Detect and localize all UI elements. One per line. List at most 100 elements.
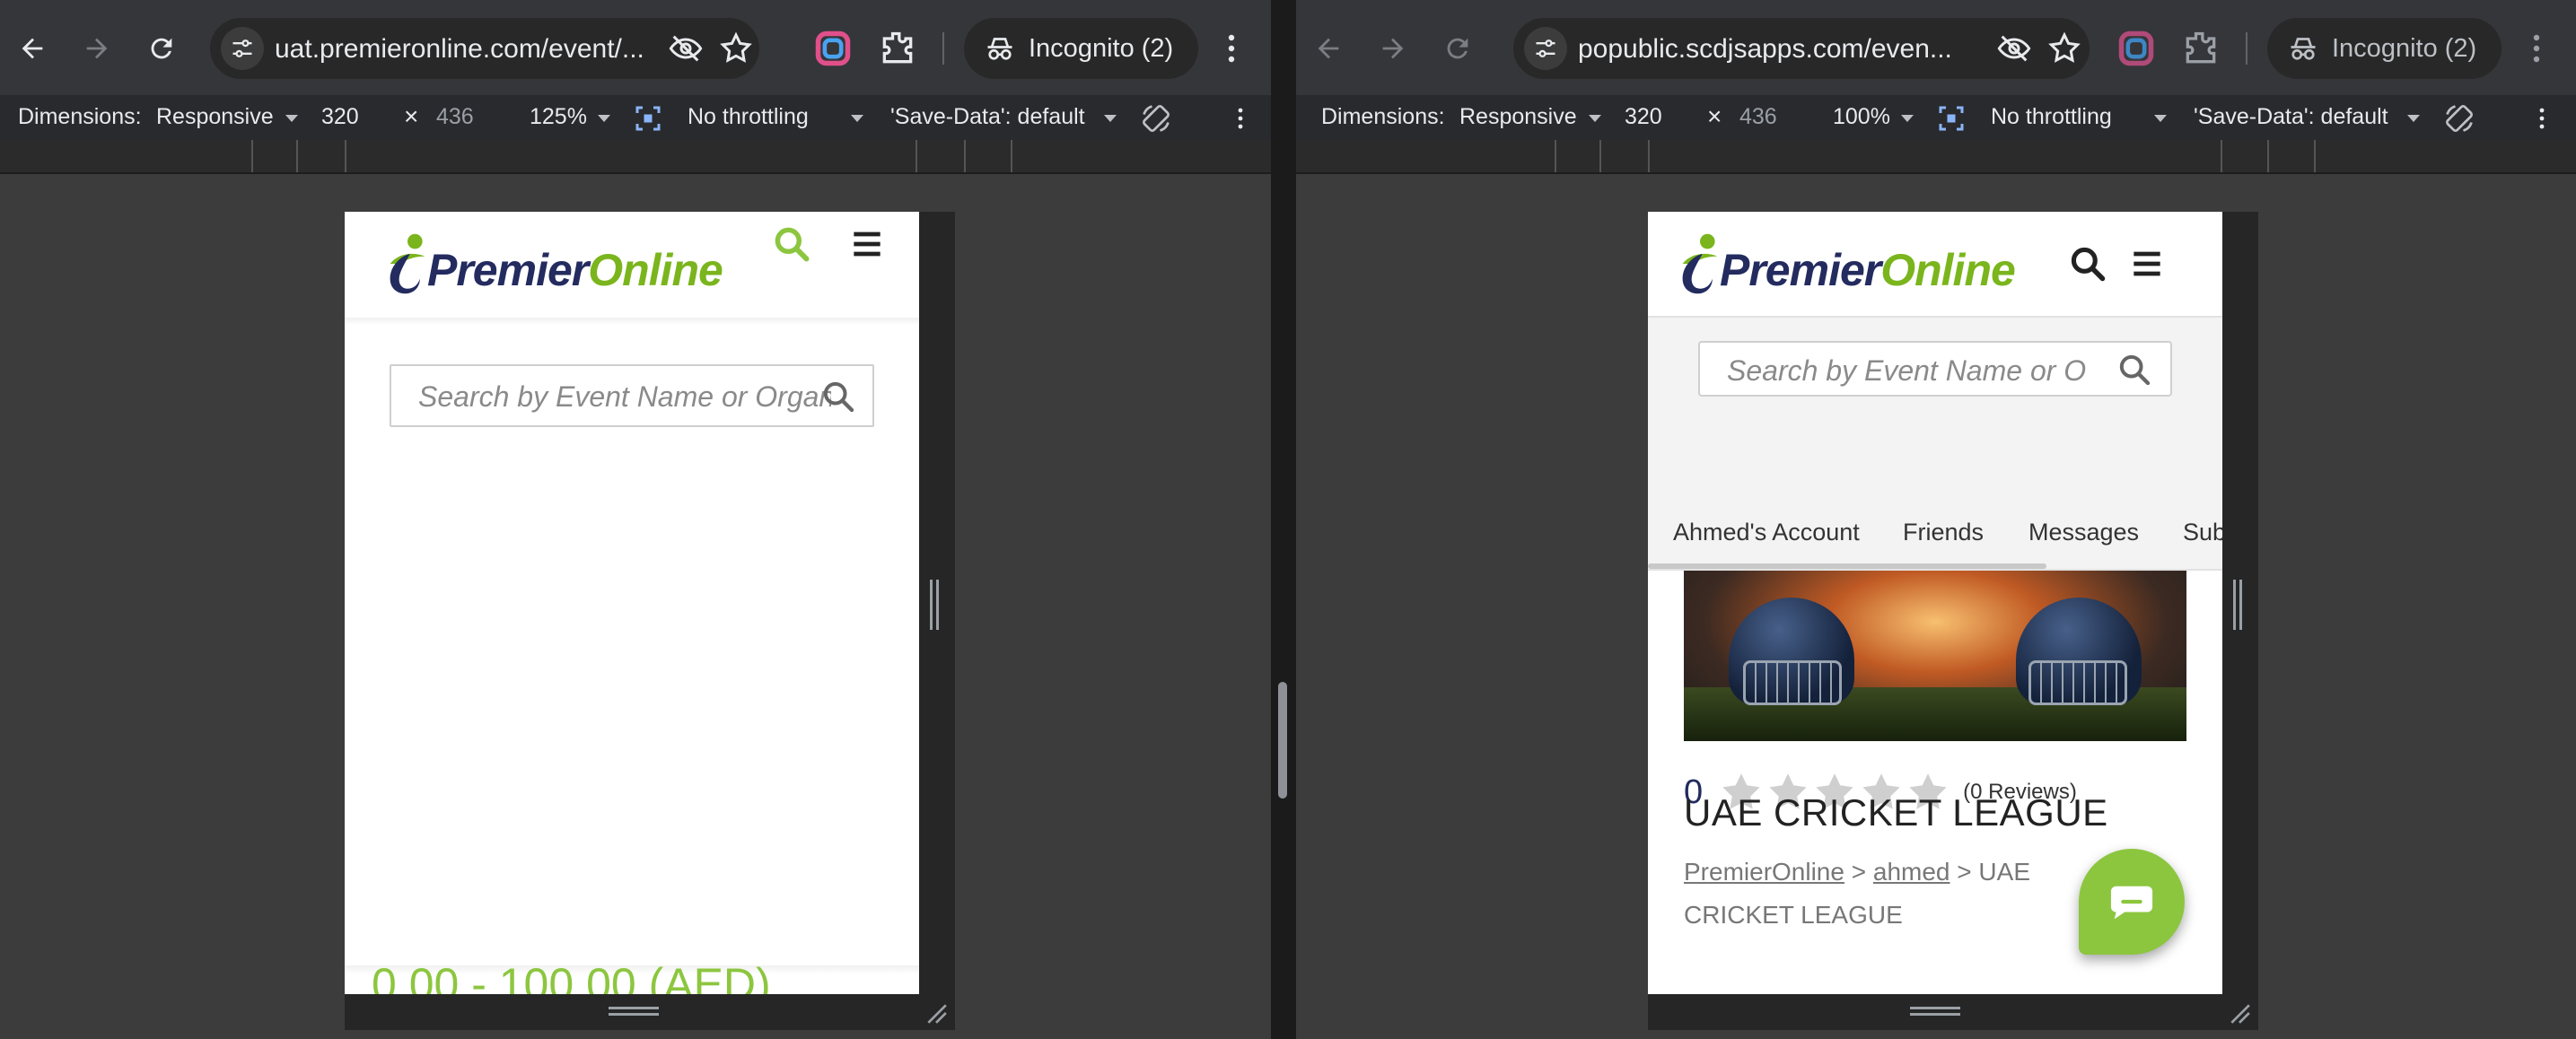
throttling-select[interactable]: No throttling bbox=[688, 104, 809, 130]
device-toolbar-menu-button[interactable] bbox=[2526, 102, 2558, 135]
bookmark-star-button[interactable] bbox=[2046, 31, 2082, 66]
viewport-resize-gutter-right[interactable] bbox=[919, 212, 955, 994]
extension-color-button[interactable] bbox=[2116, 29, 2156, 68]
device-toolbar: Dimensions: Responsive 320 × 436 125% No… bbox=[0, 95, 1271, 140]
save-data-select[interactable]: 'Save-Data': default bbox=[890, 104, 1085, 130]
zoom-select[interactable]: 100% bbox=[1833, 104, 1890, 130]
tracking-protection-button[interactable] bbox=[668, 31, 704, 66]
helmet-grill-right bbox=[2028, 660, 2127, 705]
tracking-protection-button[interactable] bbox=[1996, 31, 2032, 66]
viewport-height-input[interactable]: 436 bbox=[436, 104, 474, 130]
tab-friends[interactable]: Friends bbox=[1903, 519, 1984, 546]
viewport-width-input[interactable]: 320 bbox=[1625, 104, 1662, 130]
price-range: 0.00 - 100.00 (AED) bbox=[372, 959, 771, 994]
device-frame-toggle[interactable] bbox=[632, 102, 664, 135]
reload-button[interactable] bbox=[138, 25, 185, 72]
browser-toolbar: uat.premieronline.com/event/... Incognit… bbox=[0, 0, 1271, 95]
viewport-height-input[interactable]: 436 bbox=[1739, 104, 1777, 130]
resize-grip-handle[interactable] bbox=[930, 580, 939, 630]
device-preset-select[interactable]: Responsive bbox=[1459, 104, 1577, 130]
chevron-down-icon bbox=[1901, 115, 1914, 122]
dimensions-label: Dimensions: bbox=[18, 104, 142, 129]
split-handle[interactable] bbox=[1278, 682, 1287, 799]
rotate-device-button[interactable] bbox=[1140, 102, 1172, 135]
ruler-tick bbox=[2267, 140, 2269, 172]
tab-ahmeds-account[interactable]: Ahmed's Account bbox=[1673, 519, 1860, 546]
search-icon[interactable] bbox=[820, 379, 856, 415]
search-icon[interactable] bbox=[2116, 352, 2152, 388]
ruler-tick bbox=[1011, 140, 1012, 172]
viewport-resize-gutter-bottom[interactable] bbox=[345, 994, 955, 1030]
incognito-profile-button[interactable]: Incognito (2) bbox=[2267, 18, 2502, 79]
resize-corner-icon[interactable] bbox=[924, 1001, 948, 1025]
chevron-down-icon bbox=[598, 115, 610, 122]
breadcrumb-user-link[interactable]: ahmed bbox=[1873, 858, 1950, 886]
times-sign: × bbox=[1707, 102, 1722, 130]
event-search-input[interactable]: Search by Event Name or Organizer bbox=[390, 364, 874, 427]
hamburger-menu-button[interactable] bbox=[2127, 244, 2167, 284]
logo-wordmark: PremierOnline bbox=[427, 248, 723, 292]
browser-window-left: uat.premieronline.com/event/... Incognit… bbox=[0, 0, 1271, 1039]
reload-button[interactable] bbox=[1434, 25, 1481, 72]
chevron-down-icon bbox=[851, 115, 863, 122]
bookmark-star-button[interactable] bbox=[718, 31, 754, 66]
tab-subscriptions[interactable]: Sub bbox=[2183, 519, 2222, 546]
save-data-select[interactable]: 'Save-Data': default bbox=[2194, 104, 2388, 130]
resize-corner-icon[interactable] bbox=[2228, 1001, 2251, 1025]
tune-icon bbox=[232, 39, 252, 57]
tabs-scrollbar[interactable] bbox=[1648, 563, 2046, 569]
logo-text-premier: Premier bbox=[427, 245, 589, 295]
device-preset-select[interactable]: Responsive bbox=[156, 104, 274, 130]
event-banner-image bbox=[1684, 571, 2186, 741]
resize-grip-handle[interactable] bbox=[1910, 1007, 1960, 1016]
rotate-icon bbox=[2446, 105, 2473, 132]
extensions-button[interactable] bbox=[2181, 29, 2221, 68]
resize-grip-handle[interactable] bbox=[609, 1007, 659, 1016]
extension-color-button[interactable] bbox=[813, 29, 853, 68]
browser-window-right: popublic.scdjsapps.com/even... Incognito… bbox=[1296, 0, 2576, 1039]
resize-grip-handle[interactable] bbox=[2233, 580, 2242, 630]
back-button[interactable] bbox=[1305, 25, 1352, 72]
address-bar[interactable]: uat.premieronline.com/event/... bbox=[210, 18, 759, 79]
chevron-down-icon bbox=[285, 115, 298, 122]
reload-icon bbox=[151, 38, 172, 59]
premieronline-logo[interactable]: PremierOnline bbox=[382, 231, 723, 296]
throttling-select[interactable]: No throttling bbox=[1991, 104, 2112, 130]
back-button[interactable] bbox=[9, 25, 56, 72]
chat-button[interactable] bbox=[2079, 849, 2185, 955]
address-bar[interactable]: popublic.scdjsapps.com/even... bbox=[1513, 18, 2090, 79]
hamburger-menu-button[interactable] bbox=[847, 224, 887, 264]
premieronline-logo[interactable]: PremierOnline bbox=[1675, 231, 2016, 296]
site-info-button[interactable] bbox=[1524, 27, 1567, 70]
logo-wordmark: PremierOnline bbox=[1720, 248, 2016, 292]
header-search-button[interactable] bbox=[2068, 244, 2107, 284]
media-query-ruler[interactable] bbox=[0, 140, 1271, 174]
browser-menu-button[interactable] bbox=[2515, 27, 2558, 70]
more-vertical-icon bbox=[1238, 108, 1243, 129]
device-frame-toggle[interactable] bbox=[1935, 102, 1967, 135]
device-toolbar-menu-button[interactable] bbox=[1224, 102, 1257, 135]
media-query-ruler[interactable] bbox=[1296, 140, 2576, 174]
rotate-icon bbox=[1143, 105, 1170, 132]
zoom-select[interactable]: 125% bbox=[530, 104, 587, 130]
hamburger-icon bbox=[2134, 251, 2160, 276]
viewport-resize-gutter-right[interactable] bbox=[2222, 212, 2258, 994]
arrow-right-icon bbox=[86, 38, 108, 59]
split-divider[interactable] bbox=[1271, 0, 1296, 1039]
more-vertical-icon bbox=[1228, 34, 1235, 63]
chevron-down-icon bbox=[2407, 115, 2420, 122]
viewport-resize-gutter-bottom[interactable] bbox=[1648, 994, 2258, 1030]
incognito-profile-button[interactable]: Incognito (2) bbox=[964, 18, 1199, 79]
breadcrumb-home-link[interactable]: PremierOnline bbox=[1684, 858, 1844, 886]
rotate-device-button[interactable] bbox=[2443, 102, 2475, 135]
tab-messages[interactable]: Messages bbox=[2028, 519, 2139, 546]
forward-button[interactable] bbox=[74, 25, 120, 72]
forward-button[interactable] bbox=[1370, 25, 1416, 72]
header-search-button[interactable] bbox=[772, 224, 811, 264]
extensions-button[interactable] bbox=[878, 29, 917, 68]
site-info-button[interactable] bbox=[221, 27, 264, 70]
browser-menu-button[interactable] bbox=[1210, 27, 1253, 70]
viewport-width-input[interactable]: 320 bbox=[321, 104, 359, 130]
more-vertical-icon bbox=[2539, 108, 2545, 129]
event-search-input[interactable]: Search by Event Name or Organizer bbox=[1698, 341, 2172, 397]
